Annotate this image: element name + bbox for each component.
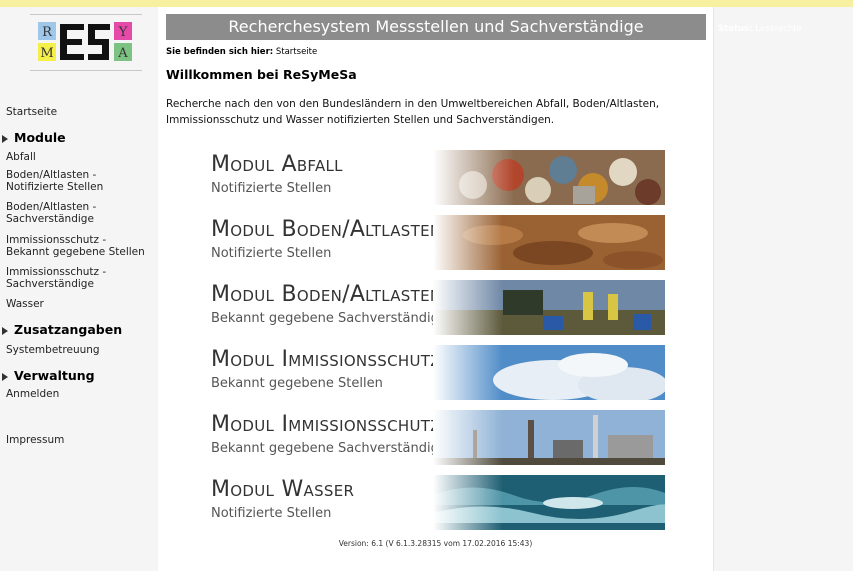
- module-title: Modul Abfall: [211, 152, 343, 177]
- breadcrumb: Sie befinden sich hier: Startseite: [166, 47, 317, 57]
- nav-impressum[interactable]: Impressum: [6, 434, 64, 446]
- logo-e-mark: [60, 24, 84, 60]
- logo-s-mark: [88, 24, 110, 60]
- module-subtitle: Bekannt gegebene Sachverständige: [211, 441, 447, 456]
- nav-item-wasser[interactable]: Wasser: [6, 298, 44, 310]
- status-label: Status:: [718, 24, 753, 34]
- logo-letter: M: [40, 46, 53, 61]
- nav-item-label: Immissionsschutz -: [6, 266, 107, 278]
- module-subtitle: Bekannt gegebene Stellen: [211, 376, 383, 391]
- nav-verwaltung-heading: Verwaltung: [2, 368, 95, 383]
- triangle-right-icon: [2, 372, 8, 381]
- breadcrumb-current: Startseite: [275, 47, 318, 57]
- resymesa-logo[interactable]: R M Y A: [30, 18, 138, 68]
- nav-modules-label: Module: [14, 130, 66, 145]
- module-title: Modul Immissionsschutz: [211, 412, 441, 437]
- module-abfall-link[interactable]: Modul Abfall Notifizierte Stellen: [205, 150, 665, 205]
- triangle-right-icon: [2, 326, 8, 335]
- nav-item-abfall[interactable]: Abfall: [6, 151, 36, 163]
- water-waves-image: [433, 475, 665, 530]
- module-title: Modul Wasser: [211, 477, 355, 502]
- module-immission-stellen-link[interactable]: Modul Immissionsschutz Bekannt gegebene …: [205, 345, 665, 400]
- page-header: Recherchesystem Messstellen und Sachvers…: [166, 14, 706, 40]
- module-title: Modul Boden/Altlasten: [211, 282, 442, 307]
- nav-item-label: Sachverständige: [6, 278, 94, 290]
- nav-item-label: Notifizierte Stellen: [6, 181, 104, 193]
- waste-cans-image: [433, 150, 665, 205]
- nav-item-label: Abfall: [6, 151, 36, 163]
- nav-item-label: Immissionsschutz -: [6, 234, 107, 246]
- module-wasser-link[interactable]: Modul Wasser Notifizierte Stellen: [205, 475, 665, 530]
- status-indicator: Status: Leserechte: [718, 24, 802, 34]
- nav-item-immission-stellen[interactable]: Immissionsschutz - Bekannt gegebene Stell…: [6, 234, 145, 258]
- module-subtitle: Bekannt gegebene Sachverständige: [211, 311, 447, 326]
- nav-item-label: Boden/Altlasten -: [6, 169, 97, 181]
- logo-letter: R: [42, 25, 53, 40]
- industry-chimney-image: [433, 410, 665, 465]
- soil-image: [433, 215, 665, 270]
- module-subtitle: Notifizierte Stellen: [211, 246, 332, 261]
- module-subtitle: Notifizierte Stellen: [211, 506, 332, 521]
- module-title: Modul Boden/Altlasten: [211, 217, 442, 242]
- nav-verwaltung-label: Verwaltung: [14, 368, 95, 383]
- page-title: Willkommen bei ReSyMeSa: [166, 67, 357, 82]
- nav-item-label: Bekannt gegebene Stellen: [6, 246, 145, 258]
- breadcrumb-label: Sie befinden sich hier:: [166, 47, 274, 57]
- status-value: Leserechte: [755, 24, 802, 34]
- logo-divider-top: [30, 14, 142, 15]
- nav-modules-heading: Module: [2, 130, 66, 145]
- logo-letter: A: [117, 46, 128, 61]
- nav-startseite[interactable]: Startseite: [6, 106, 57, 118]
- nav-zusatz-label: Zusatzangaben: [14, 322, 123, 337]
- contamination-site-image: [433, 280, 665, 335]
- nav-item-label: Wasser: [6, 298, 44, 310]
- logo-letter: Y: [118, 25, 128, 40]
- module-immission-sachverstaendige-link[interactable]: Modul Immissionsschutz Bekannt gegebene …: [205, 410, 665, 465]
- top-strip: [0, 0, 853, 7]
- nav-item-boden-notifiziert[interactable]: Boden/Altlasten - Notifizierte Stellen: [6, 169, 103, 193]
- nav-item-label: Boden/Altlasten -: [6, 201, 97, 213]
- version-info: Version: 6.1 (V 6.1.3.28315 vom 17.02.20…: [338, 539, 533, 548]
- sky-clouds-image: [433, 345, 665, 400]
- nav-zusatz-heading: Zusatzangaben: [2, 322, 122, 337]
- module-title: Modul Immissionsschutz: [211, 347, 441, 372]
- module-boden-sachverstaendige-link[interactable]: Modul Boden/Altlasten Bekannt gegebene S…: [205, 280, 665, 335]
- nav-systembetreuung[interactable]: Systembetreuung: [6, 344, 100, 356]
- triangle-right-icon: [2, 134, 8, 143]
- intro-text: Recherche nach den von den Bundesländern…: [166, 98, 660, 126]
- logo-divider: [30, 70, 142, 71]
- right-sidebar: [713, 7, 853, 571]
- module-boden-notifiziert-link[interactable]: Modul Boden/Altlasten Notifizierte Stell…: [205, 215, 665, 270]
- nav-item-immission-sachverstaendige[interactable]: Immissionsschutz - Sachverständige: [6, 266, 106, 290]
- nav-item-label: Sachverständige: [6, 213, 94, 225]
- nav-item-boden-sachverstaendige[interactable]: Boden/Altlasten - Sachverständige: [6, 201, 96, 225]
- module-subtitle: Notifizierte Stellen: [211, 181, 332, 196]
- nav-anmelden[interactable]: Anmelden: [6, 388, 59, 400]
